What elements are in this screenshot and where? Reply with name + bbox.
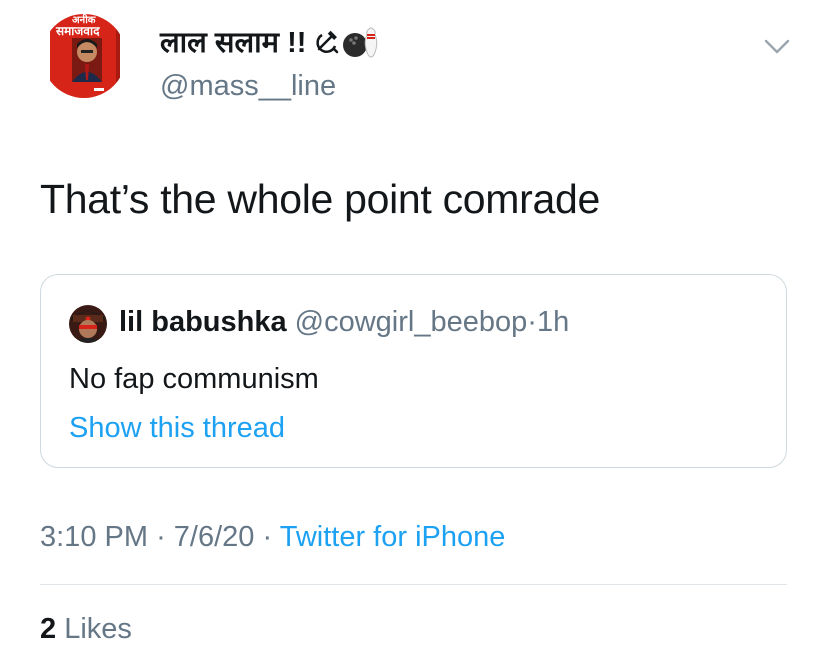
tweet-date[interactable]: 7/6/20: [174, 521, 255, 553]
separator-dot: ·: [156, 521, 166, 553]
display-name-text: लाल सलाम !!: [160, 27, 307, 59]
likes-label: Likes: [64, 613, 132, 645]
separator-dot: ·: [527, 306, 537, 338]
likes-stat[interactable]: 2 Likes: [40, 613, 132, 646]
quoted-display-name[interactable]: lil babushka: [119, 306, 287, 338]
display-name[interactable]: लाल सलाम !!: [160, 22, 380, 61]
quoted-avatar-image: [69, 305, 107, 343]
quoted-handle[interactable]: @cowgirl_beebop: [295, 306, 528, 338]
tweet-time[interactable]: 3:10 PM: [40, 521, 148, 553]
separator-dot: ·: [262, 521, 273, 553]
quoted-tweet-card[interactable]: lil babushka @cowgirl_beebop·1h No fap c…: [40, 274, 787, 468]
tweet-meta: 3:10 PM · 7/6/20 · Twitter for iPhone: [40, 521, 505, 554]
tweet-source-link[interactable]: Twitter for iPhone: [280, 521, 506, 553]
tweet-text: That’s the whole point comrade: [40, 176, 601, 222]
avatar[interactable]: अनीक समाजवाद: [42, 14, 126, 98]
show-thread-link[interactable]: Show this thread: [69, 412, 285, 445]
quoted-tweet-text: No fap communism: [69, 363, 319, 395]
quoted-time: 1h: [536, 306, 570, 338]
hammer-sickle-icon: [316, 30, 339, 53]
divider: [40, 584, 787, 585]
likes-count: 2: [40, 613, 57, 645]
chevron-down-icon[interactable]: [760, 34, 794, 60]
user-handle[interactable]: @mass__line: [160, 70, 336, 103]
bowling-icon: [343, 27, 378, 58]
quoted-user-avatar[interactable]: [69, 305, 107, 343]
book-title: समाजवाद: [56, 24, 100, 38]
quoted-tweet-header: lil babushka @cowgirl_beebop·1h: [119, 306, 569, 339]
display-name-emoji: [314, 25, 380, 59]
